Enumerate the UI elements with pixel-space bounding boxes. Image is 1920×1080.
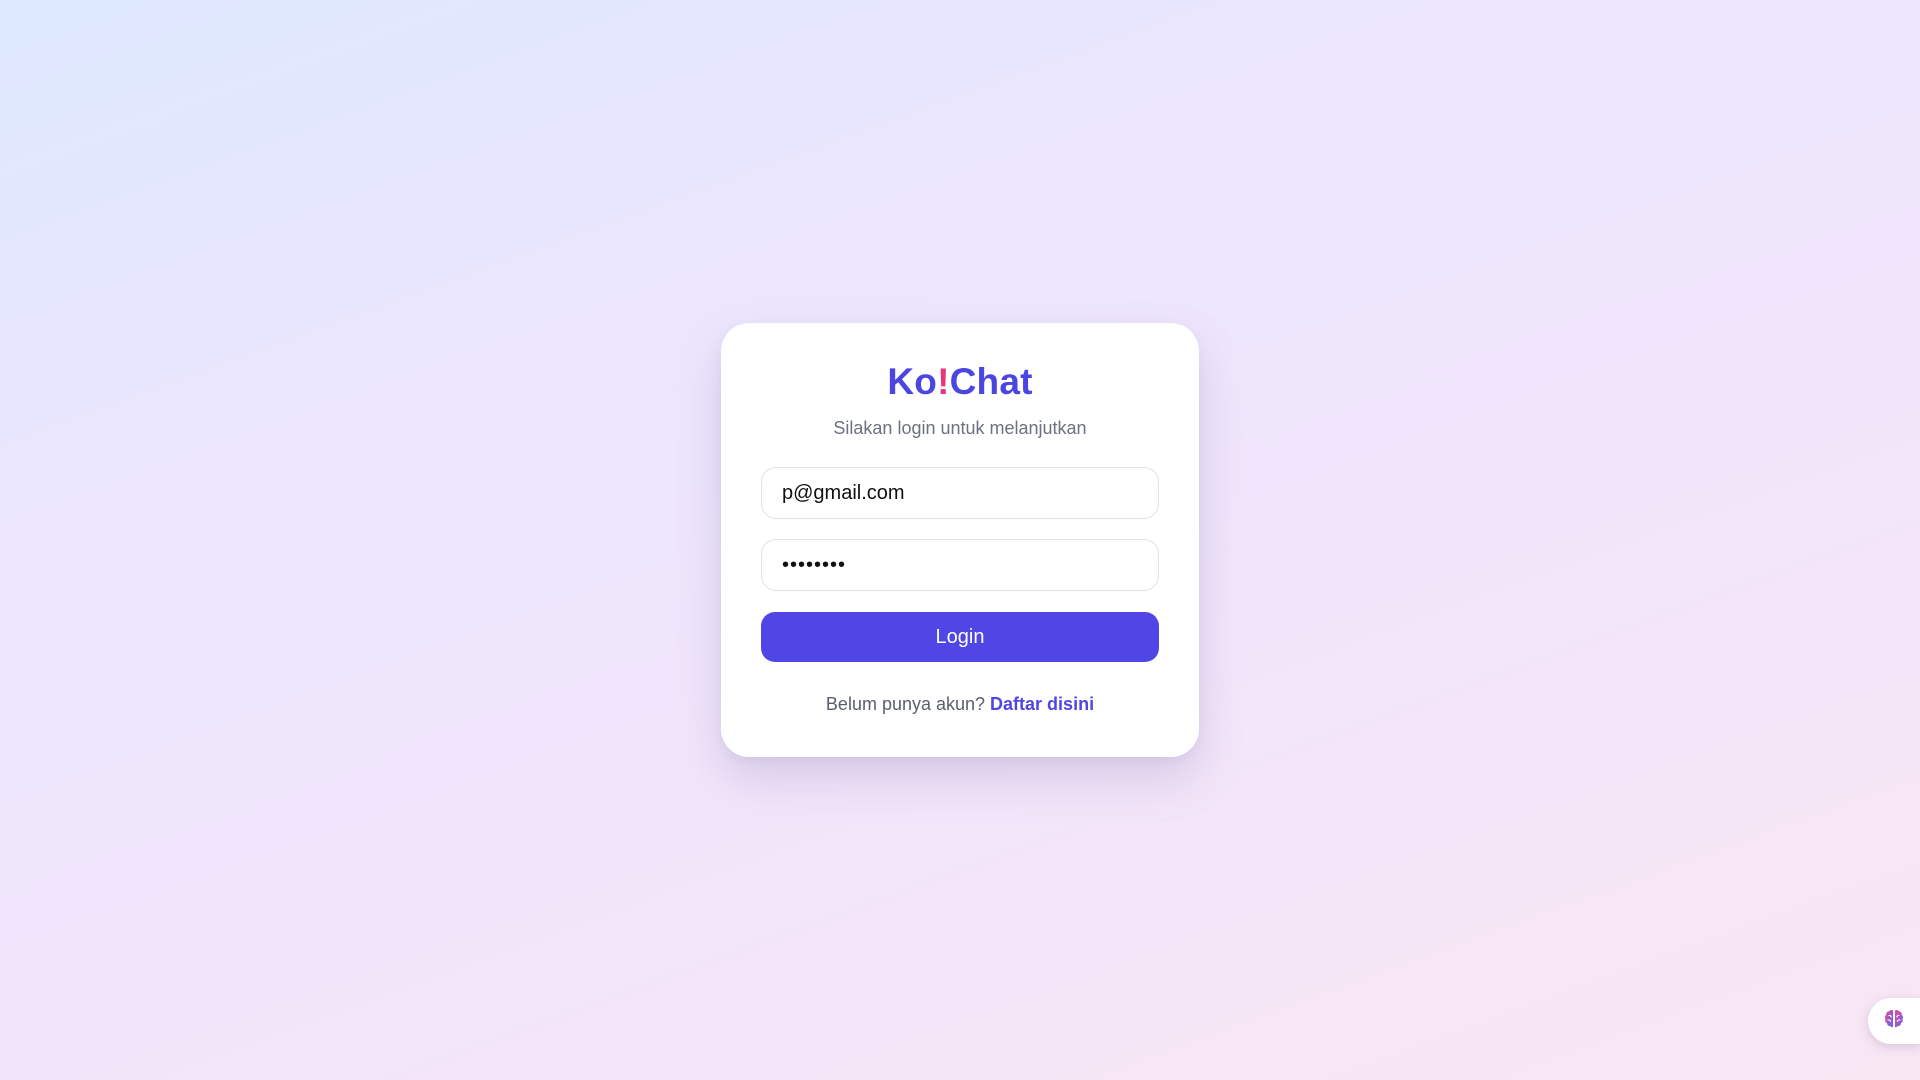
- signup-link[interactable]: Daftar disini: [990, 694, 1094, 714]
- logo-prefix: Ko: [887, 361, 938, 402]
- assistant-widget-button[interactable]: [1868, 998, 1920, 1044]
- login-card: Ko!Chat Silakan login untuk melanjutkan …: [721, 323, 1199, 757]
- email-input[interactable]: [761, 467, 1159, 519]
- brain-icon: [1882, 1007, 1906, 1036]
- login-button[interactable]: Login: [761, 612, 1159, 662]
- signup-prompt-text: Belum punya akun?: [825, 694, 986, 714]
- signup-prompt: Belum punya akun? Daftar disini: [721, 694, 1199, 715]
- logo-bang: !: [937, 361, 950, 402]
- logo-suffix: Chat: [949, 361, 1033, 402]
- login-subtitle: Silakan login untuk melanjutkan: [833, 418, 1087, 438]
- app-logo: Ko!Chat: [721, 363, 1199, 400]
- password-input[interactable]: [761, 539, 1159, 591]
